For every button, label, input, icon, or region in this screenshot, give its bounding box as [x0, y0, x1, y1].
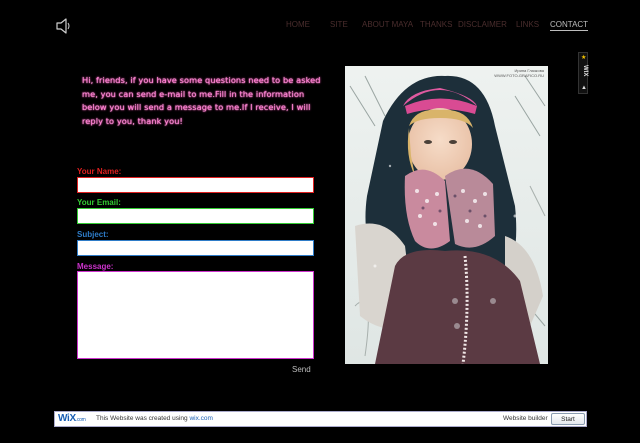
wix-side-badge[interactable]: ★ WIX ▲	[578, 52, 588, 94]
intro-text: Hi, friends, if you have some questions …	[82, 75, 321, 126]
wix-created-label: This Website was created using	[96, 415, 190, 422]
wix-logo-text: WiX	[58, 413, 76, 424]
speaker-icon[interactable]	[54, 16, 74, 36]
star-icon: ★	[581, 55, 587, 61]
nav-site[interactable]: SITE	[330, 20, 348, 29]
email-field[interactable]	[77, 208, 314, 224]
arrow-up-icon: ▲	[581, 85, 587, 91]
wix-side-label: WIX	[582, 65, 588, 77]
name-label: Your Name:	[77, 167, 122, 176]
nav-contact[interactable]: CONTACT	[550, 20, 589, 31]
nav-thanks[interactable]: THANKS	[420, 20, 452, 29]
photo-credit: Ирина Глазкова WWW.FOTO-GRAFICO.RU	[494, 68, 544, 78]
nav-home[interactable]: HOME	[286, 20, 310, 29]
wix-created-text: This Website was created using wix.com	[96, 415, 213, 422]
wix-logo-suffix: .com	[75, 417, 86, 423]
subject-label: Subject:	[77, 230, 109, 239]
photo-credit-site: WWW.FOTO-GRAFICO.RU	[494, 73, 544, 78]
page: HOME SITE ABOUT MAYA THANKS DISCLAIMER L…	[0, 0, 640, 443]
website-builder-label: Website builder	[503, 415, 548, 422]
name-field[interactable]	[77, 177, 314, 193]
start-button[interactable]: Start	[551, 413, 585, 425]
nav-links[interactable]: LINKS	[516, 20, 539, 29]
nav-about-maya[interactable]: ABOUT MAYA	[362, 20, 413, 29]
photo-illustration	[345, 66, 548, 364]
email-label: Your Email:	[77, 198, 121, 207]
message-label: Message:	[77, 262, 114, 271]
wix-logo[interactable]: WiX.com	[58, 413, 86, 424]
nav-disclaimer[interactable]: DISCLAIMER	[458, 20, 507, 29]
message-field[interactable]	[77, 271, 314, 359]
subject-field[interactable]	[77, 240, 314, 256]
send-button[interactable]: Send	[292, 365, 311, 374]
wix-link[interactable]: wix.com	[189, 415, 212, 422]
photo-girl-in-snow: Ирина Глазкова WWW.FOTO-GRAFICO.RU	[345, 66, 548, 364]
wix-footer-bar: WiX.com This Website was created using w…	[54, 411, 587, 427]
